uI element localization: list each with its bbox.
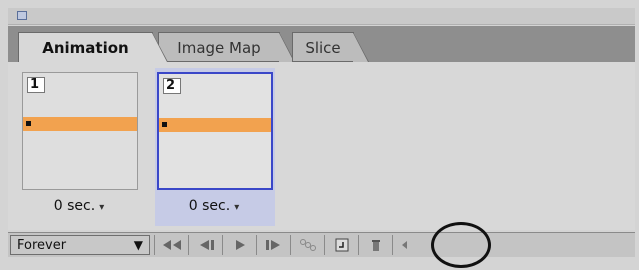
next-frame-icon (265, 240, 280, 250)
loop-options-select[interactable]: Forever ▼ (10, 235, 150, 255)
tween-button[interactable] (290, 235, 324, 255)
tab-image-map-label: Image Map (177, 39, 261, 57)
tab-animation[interactable]: Animation (18, 32, 168, 62)
animation-toolbar: Forever ▼ (8, 232, 635, 257)
select-first-frame-button[interactable] (154, 235, 188, 255)
select-next-frame-button[interactable] (256, 235, 290, 255)
chevron-down-icon: ▾ (99, 202, 105, 213)
frame-2[interactable]: 2 0 sec. ▾ (155, 68, 275, 226)
frame-delay-value: 0 sec. (53, 198, 96, 214)
frame-content-bar (159, 118, 271, 132)
tab-edge-fill (353, 33, 368, 62)
animation-frames-area: 1 0 sec. ▾ 2 0 sec. ▾ (8, 62, 635, 230)
panel-grip-icon[interactable] (17, 11, 27, 20)
frame-delay-dropdown[interactable]: 0 sec. ▾ (155, 198, 273, 214)
frame-thumbnail[interactable]: 2 (157, 72, 273, 190)
loop-options-value: Forever (17, 238, 67, 253)
frame-1[interactable]: 1 0 sec. ▾ (20, 68, 140, 226)
frame-content-dot (162, 122, 167, 127)
tab-edge-fill (152, 33, 167, 62)
tab-animation-label: Animation (42, 39, 129, 57)
new-frame-icon (335, 238, 348, 252)
tab-slice[interactable]: Slice (292, 32, 369, 62)
frame-content-dot (26, 121, 31, 126)
frame-thumbnail[interactable]: 1 (22, 72, 138, 190)
select-previous-frame-button[interactable] (188, 235, 222, 255)
toolbar-spacer (595, 235, 635, 255)
previous-frame-icon (199, 240, 214, 250)
play-button[interactable] (222, 235, 256, 255)
panel-tabstrip: Animation Image Map Slice (8, 26, 635, 62)
scroll-left-button[interactable] (392, 235, 416, 255)
chevron-left-icon (401, 241, 407, 249)
tab-slice-label: Slice (305, 39, 341, 57)
frame-number: 1 (27, 77, 45, 93)
trash-icon (371, 240, 380, 251)
frame-delay-value: 0 sec. (188, 198, 231, 214)
chevron-down-icon: ▾ (234, 202, 240, 213)
frame-delay-dropdown[interactable]: 0 sec. ▾ (20, 198, 138, 214)
first-frame-icon (162, 240, 181, 250)
frame-number: 2 (163, 78, 181, 94)
delete-frame-button[interactable] (358, 235, 392, 255)
frame-content-bar (23, 117, 137, 131)
play-icon (235, 240, 245, 250)
tab-image-map[interactable]: Image Map (158, 32, 295, 62)
chevron-down-icon: ▼ (133, 238, 143, 252)
tween-icon (299, 239, 316, 251)
duplicate-frame-button[interactable] (324, 235, 358, 255)
panel-titlebar (8, 8, 635, 25)
